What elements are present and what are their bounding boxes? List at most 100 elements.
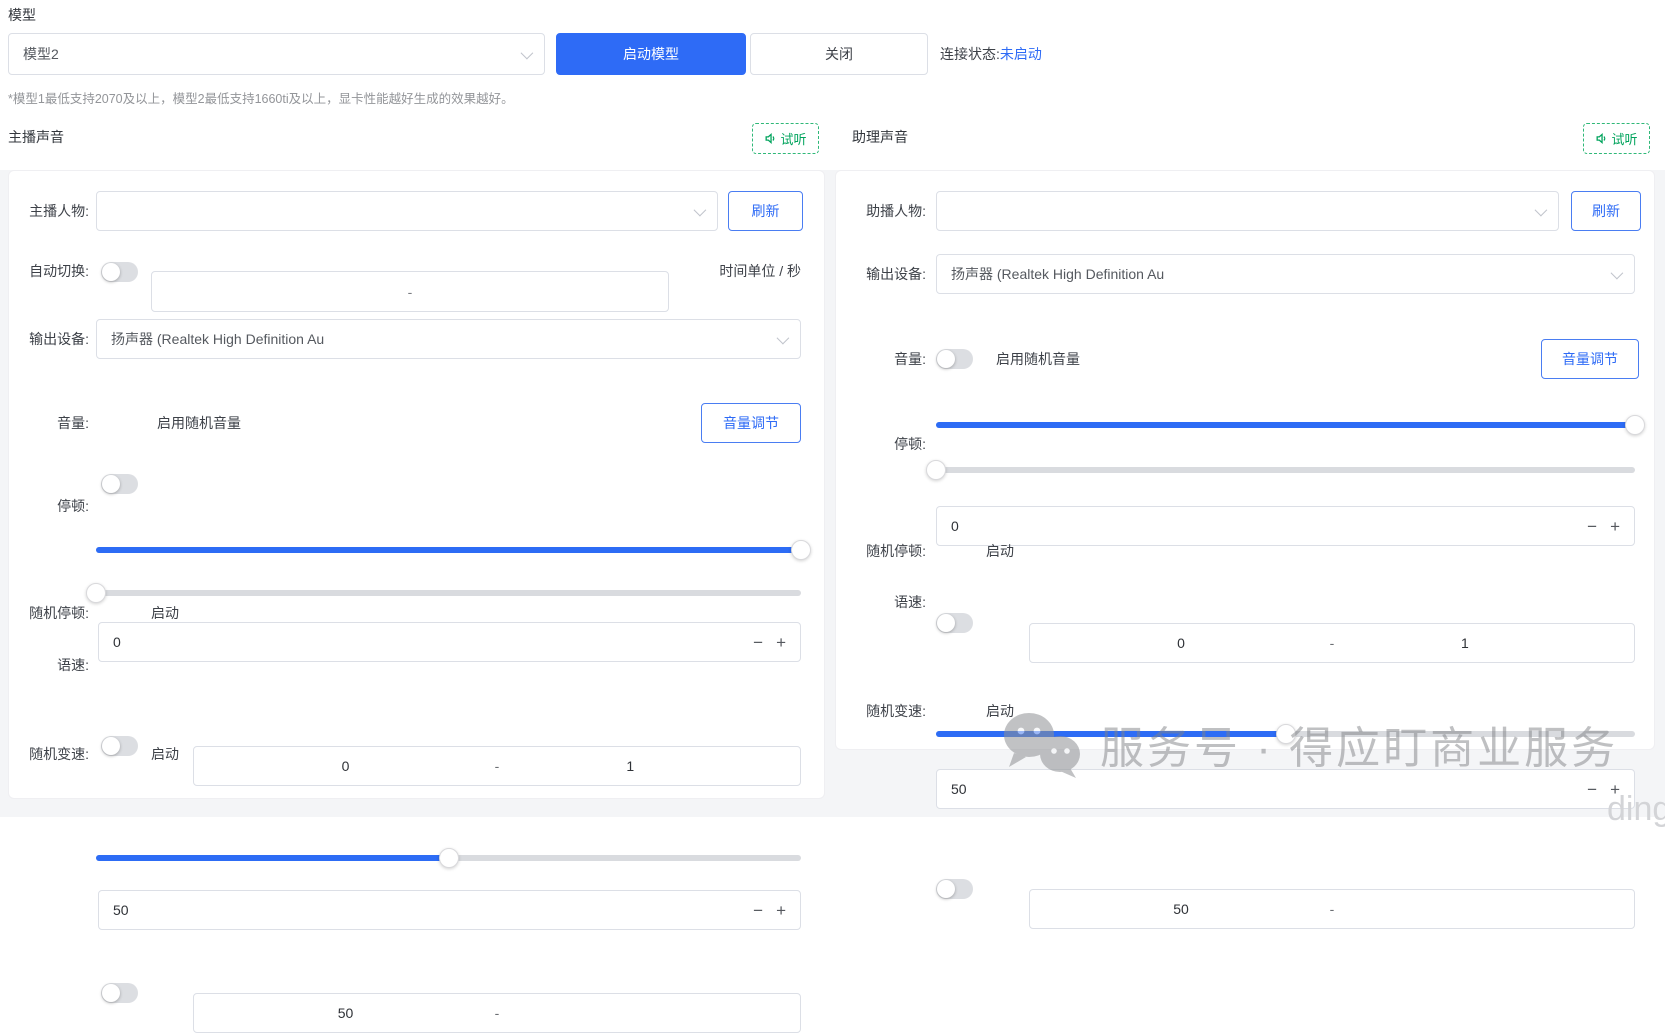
host-speed-slider-fill bbox=[96, 855, 449, 861]
host-device-label: 输出设备: bbox=[29, 331, 89, 347]
host-random-volume-toggle[interactable] bbox=[101, 474, 138, 494]
auto-switch-interval-input[interactable]: - bbox=[151, 271, 669, 312]
refresh-label: 刷新 bbox=[751, 203, 780, 219]
range-dash: - bbox=[1329, 901, 1335, 917]
host-speed-input[interactable]: 50 − + bbox=[98, 890, 801, 930]
chevron-down-icon bbox=[776, 331, 790, 344]
assistant-device-select[interactable]: 扬声器 (Realtek High Definition Au bbox=[936, 254, 1635, 294]
assistant-random-speed-enable-label: 启动 bbox=[986, 703, 1014, 719]
assistant-speed-slider-handle[interactable] bbox=[1275, 724, 1296, 744]
model-select[interactable]: 模型2 bbox=[8, 33, 545, 75]
assistant-volume-slider-fill bbox=[936, 422, 1635, 428]
host-random-pause-label: 随机停顿: bbox=[29, 605, 89, 621]
host-voice-card: 主播人物: 刷新 自动切换: - 时间单位 / 秒 输出设备: 扬声器 (Rea… bbox=[8, 170, 825, 1033]
host-refresh-button[interactable]: 刷新 bbox=[728, 191, 803, 231]
host-random-volume-label: 启用随机音量 bbox=[157, 415, 241, 431]
assistant-random-speed-label: 随机变速: bbox=[866, 703, 926, 719]
watermark-corner-text: ding bbox=[1607, 790, 1665, 828]
range-dash: - bbox=[494, 758, 500, 774]
host-random-speed-toggle[interactable] bbox=[101, 983, 138, 1003]
assistant-pause-label: 停顿: bbox=[894, 436, 926, 452]
minus-icon[interactable]: − bbox=[753, 902, 763, 919]
plus-icon[interactable]: + bbox=[776, 902, 786, 919]
host-volume-slider[interactable] bbox=[96, 540, 811, 560]
range-min: 0 bbox=[341, 758, 350, 774]
assistant-device-value: 扬声器 (Realtek High Definition Au bbox=[951, 266, 1165, 282]
host-random-speed-range[interactable]: 50 - bbox=[193, 993, 801, 1033]
host-pause-input[interactable]: 0 − + bbox=[98, 622, 801, 662]
host-person-label: 主播人物: bbox=[29, 203, 89, 219]
listen-label: 试听 bbox=[780, 132, 807, 147]
connection-status: 连接状态: 未启动 bbox=[940, 33, 1042, 75]
range-max: 1 bbox=[626, 758, 635, 774]
host-speed-label: 语速: bbox=[57, 657, 89, 673]
assistant-pause-input[interactable]: 0 − + bbox=[936, 506, 1635, 546]
volume-adjust-label: 音量调节 bbox=[1562, 351, 1618, 367]
assistant-random-volume-label: 启用随机音量 bbox=[996, 351, 1080, 367]
plus-icon[interactable]: + bbox=[1610, 518, 1620, 535]
host-pause-slider-handle[interactable] bbox=[86, 583, 106, 603]
range-max: 1 bbox=[1460, 635, 1469, 651]
assistant-random-pause-enable-label: 启动 bbox=[986, 543, 1014, 559]
assistant-device-label: 输出设备: bbox=[866, 266, 926, 282]
listen-label: 试听 bbox=[1611, 132, 1638, 147]
host-speed-slider[interactable] bbox=[96, 848, 801, 868]
assistant-speed-slider[interactable] bbox=[936, 724, 1635, 744]
assistant-speed-value: 50 bbox=[951, 781, 967, 797]
speaker-icon bbox=[1597, 132, 1606, 145]
auto-switch-toggle[interactable] bbox=[101, 262, 138, 282]
assistant-random-pause-toggle[interactable] bbox=[936, 613, 973, 633]
assistant-random-pause-range[interactable]: 0 - 1 bbox=[1029, 623, 1635, 663]
host-listen-button[interactable]: 试听 bbox=[752, 123, 819, 154]
assistant-volume-adjust-button[interactable]: 音量调节 bbox=[1541, 339, 1639, 379]
host-random-speed-label: 随机变速: bbox=[29, 746, 89, 762]
assistant-pause-value: 0 bbox=[951, 518, 959, 534]
assistant-random-volume-toggle[interactable] bbox=[936, 349, 973, 369]
range-min: 50 bbox=[1173, 901, 1189, 917]
assistant-volume-slider-handle[interactable] bbox=[1625, 415, 1645, 435]
plus-icon[interactable]: + bbox=[776, 634, 786, 651]
close-button[interactable]: 关闭 bbox=[750, 33, 928, 75]
model-section-title: 模型 bbox=[8, 7, 36, 23]
assistant-person-select[interactable] bbox=[936, 191, 1559, 231]
host-random-speed-enable-label: 启动 bbox=[151, 746, 179, 762]
assistant-listen-button[interactable]: 试听 bbox=[1583, 123, 1650, 154]
assistant-refresh-button[interactable]: 刷新 bbox=[1571, 191, 1641, 231]
assistant-pause-slider[interactable] bbox=[926, 460, 1635, 480]
host-pause-label: 停顿: bbox=[57, 498, 89, 514]
assistant-voice-title: 助理声音 bbox=[852, 129, 908, 145]
host-speed-value: 50 bbox=[113, 902, 129, 918]
assistant-random-speed-range[interactable]: 50 - bbox=[1029, 889, 1635, 929]
assistant-volume-label: 音量: bbox=[894, 351, 926, 367]
host-person-select[interactable] bbox=[96, 191, 718, 231]
model-note: *模型1最低支持2070及以上，模型2最低支持1660ti及以上，显卡性能越好生… bbox=[8, 92, 514, 106]
auto-switch-value: - bbox=[407, 283, 413, 300]
host-random-pause-toggle[interactable] bbox=[101, 736, 138, 756]
assistant-pause-slider-handle[interactable] bbox=[926, 460, 946, 480]
assistant-speed-input[interactable]: 50 − + bbox=[936, 769, 1635, 809]
host-pause-value: 0 bbox=[113, 634, 121, 650]
host-volume-slider-fill bbox=[96, 547, 801, 553]
host-pause-slider[interactable] bbox=[86, 583, 801, 603]
host-random-pause-enable-label: 启动 bbox=[151, 605, 179, 621]
minus-icon[interactable]: − bbox=[1587, 781, 1597, 798]
host-speed-slider-handle[interactable] bbox=[438, 848, 459, 868]
host-volume-adjust-button[interactable]: 音量调节 bbox=[701, 403, 801, 443]
refresh-label: 刷新 bbox=[1592, 203, 1620, 219]
close-label: 关闭 bbox=[825, 46, 853, 62]
assistant-speed-slider-fill bbox=[936, 731, 1286, 737]
chevron-down-icon bbox=[1534, 203, 1548, 216]
host-volume-slider-handle[interactable] bbox=[791, 540, 811, 560]
chevron-down-icon bbox=[693, 203, 707, 216]
minus-icon[interactable]: − bbox=[753, 634, 763, 651]
host-device-select[interactable]: 扬声器 (Realtek High Definition Au bbox=[96, 319, 801, 359]
minus-icon[interactable]: − bbox=[1587, 518, 1597, 535]
range-dash: - bbox=[494, 1005, 500, 1021]
host-random-pause-range[interactable]: 0 - 1 bbox=[193, 746, 801, 786]
assistant-volume-slider[interactable] bbox=[936, 415, 1645, 435]
model-select-value: 模型2 bbox=[23, 46, 59, 62]
start-model-button[interactable]: 启动模型 bbox=[556, 33, 746, 75]
assistant-random-speed-toggle[interactable] bbox=[936, 879, 973, 899]
time-unit-label: 时间单位 / 秒 bbox=[719, 263, 801, 279]
chevron-down-icon bbox=[520, 46, 534, 59]
